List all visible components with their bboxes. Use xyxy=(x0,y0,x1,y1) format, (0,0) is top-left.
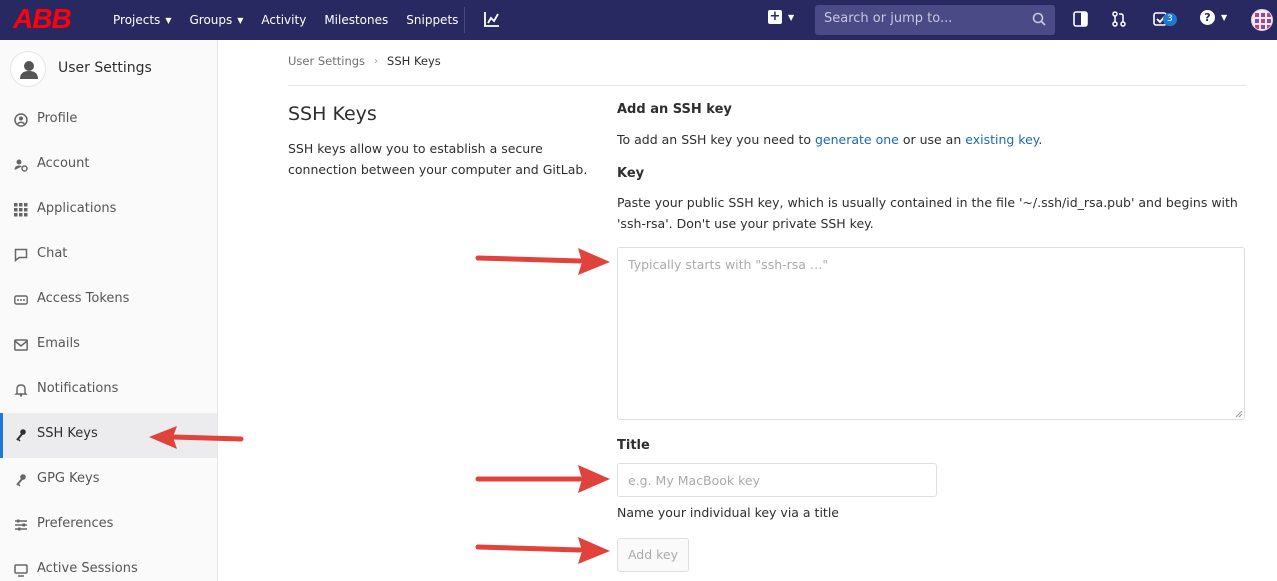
page-title: SSH Keys xyxy=(288,103,377,125)
annotation-arrow-icon xyxy=(475,248,610,275)
key-help-text: Paste your public SSH key, which is usua… xyxy=(617,195,1238,231)
plus-icon: + xyxy=(768,9,782,24)
title-input[interactable]: e.g. My MacBook key xyxy=(617,463,937,497)
todo-count-badge: 3 xyxy=(1163,13,1177,26)
sidebar-item-label: Emails xyxy=(37,336,80,351)
sidebar-item-active-sessions[interactable]: Active Sessions xyxy=(0,548,217,581)
settings-sidebar: User Settings Profile Account Applicatio… xyxy=(0,40,218,581)
token-icon xyxy=(14,295,28,305)
sidebar-item-label: Applications xyxy=(37,201,117,216)
sidebar-item-label: GPG Keys xyxy=(37,471,100,486)
nav-activity[interactable]: Activity xyxy=(261,13,306,27)
sidebar-item-gpg-keys[interactable]: GPG Keys xyxy=(0,458,217,503)
sidebar-title: User Settings xyxy=(58,60,152,76)
nav-snippets[interactable]: Snippets xyxy=(406,13,458,27)
sidebar-item-preferences[interactable]: Preferences xyxy=(0,503,217,548)
sidebar-item-label: Access Tokens xyxy=(37,291,130,306)
envelope-icon xyxy=(14,339,28,351)
nav-projects[interactable]: Projects ▼ xyxy=(113,13,171,27)
profile-icon xyxy=(14,113,28,127)
top-navbar: ABB Projects ▼ Groups ▼ Activity Milestone… xyxy=(0,0,1277,40)
user-settings-avatar-icon xyxy=(10,51,46,87)
sidebar-item-label: Notifications xyxy=(37,381,119,396)
help-dropdown-button[interactable]: ? ▼ xyxy=(1200,10,1227,25)
annotation-arrow-icon xyxy=(475,465,610,493)
add-ssh-key-heading: Add an SSH key xyxy=(617,102,732,117)
breadcrumb-current[interactable]: SSH Keys xyxy=(387,54,441,68)
title-help-text: Name your individual key via a title xyxy=(617,505,839,520)
nav-links: Projects ▼ Groups ▼ Activity Milestones Sn… xyxy=(113,0,476,40)
nav-groups[interactable]: Groups ▼ xyxy=(189,13,243,27)
search-input[interactable]: Search or jump to... xyxy=(815,5,1055,35)
sidebar-item-applications[interactable]: Applications xyxy=(0,188,217,233)
sidebar-toggle-icon[interactable] xyxy=(1072,10,1090,28)
account-gear-icon xyxy=(14,159,28,172)
search-icon xyxy=(1032,12,1046,26)
abb-logo[interactable]: ABB xyxy=(13,3,72,34)
applications-grid-icon xyxy=(14,203,28,217)
sidebar-item-label: Active Sessions xyxy=(37,561,138,576)
sessions-icon xyxy=(14,564,28,577)
sidebar-item-emails[interactable]: Emails xyxy=(0,323,217,368)
user-avatar[interactable] xyxy=(1251,9,1273,31)
chevron-right-icon: › xyxy=(374,55,379,67)
chat-icon xyxy=(14,248,28,262)
sidebar-item-profile[interactable]: Profile xyxy=(0,98,217,143)
existing-key-link[interactable]: existing key xyxy=(965,132,1038,147)
annotation-arrow-icon xyxy=(475,537,610,564)
breadcrumb: User Settings › SSH Keys xyxy=(288,54,441,68)
annotation-arrow-icon xyxy=(149,426,244,449)
nav-milestones[interactable]: Milestones xyxy=(324,13,388,27)
sidebar-item-account[interactable]: Account xyxy=(0,143,217,188)
divider xyxy=(288,85,1246,86)
chevron-down-icon: ▼ xyxy=(1221,13,1228,22)
resize-handle-icon[interactable] xyxy=(1234,409,1243,418)
bell-icon xyxy=(14,384,28,397)
sidebar-item-label: Chat xyxy=(37,246,68,261)
sidebar-header[interactable]: User Settings xyxy=(0,40,217,96)
sidebar-item-access-tokens[interactable]: Access Tokens xyxy=(0,278,217,323)
merge-request-icon[interactable] xyxy=(1110,10,1128,28)
page-description: SSH keys allow you to establish a secure… xyxy=(288,141,588,177)
add-key-button[interactable]: Add key xyxy=(617,538,689,572)
chart-icon[interactable] xyxy=(484,11,500,27)
sidebar-item-label: Account xyxy=(37,156,90,171)
new-dropdown-button[interactable]: + ▼ xyxy=(768,10,794,24)
question-icon: ? xyxy=(1200,10,1215,25)
sidebar-item-label: Preferences xyxy=(37,516,114,531)
key-icon xyxy=(16,429,26,442)
chevron-down-icon: ▼ xyxy=(237,15,244,25)
key-label: Key xyxy=(617,166,645,181)
breadcrumb-parent-link[interactable]: User Settings xyxy=(288,54,365,68)
sidebar-item-label: SSH Keys xyxy=(37,426,98,441)
sidebar-item-chat[interactable]: Chat xyxy=(0,233,217,278)
sliders-icon xyxy=(15,519,27,531)
sidebar-item-label: Profile xyxy=(37,111,78,126)
key-textarea[interactable]: Typically starts with "ssh-rsa …" xyxy=(617,247,1245,420)
key-icon xyxy=(16,474,26,487)
sidebar-item-notifications[interactable]: Notifications xyxy=(0,368,217,413)
chevron-down-icon: ▼ xyxy=(165,15,172,25)
nav-divider xyxy=(464,7,465,33)
generate-one-link[interactable]: generate one xyxy=(815,132,899,147)
add-key-intro: To add an SSH key you need to generate o… xyxy=(617,132,1043,147)
title-label: Title xyxy=(617,438,650,453)
chevron-down-icon: ▼ xyxy=(788,12,795,22)
